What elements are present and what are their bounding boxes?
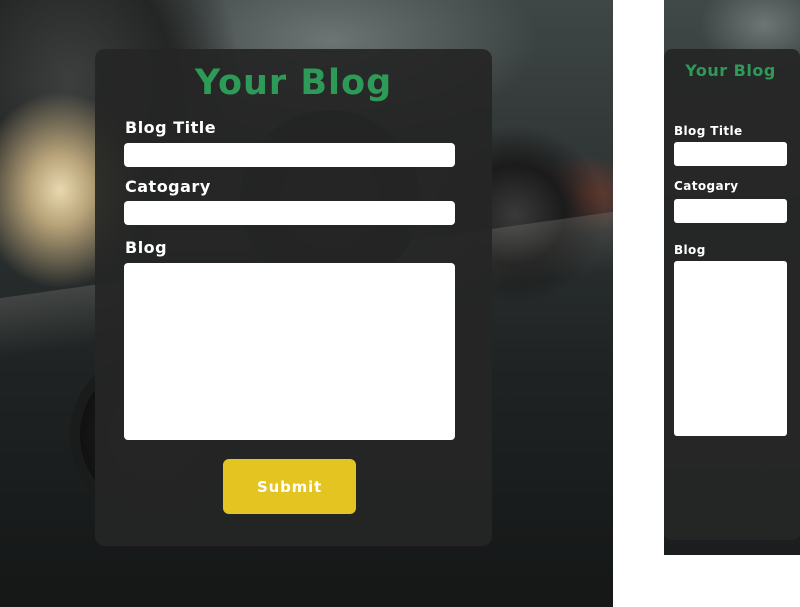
blog-textarea[interactable] — [124, 263, 455, 440]
submit-button[interactable]: Submit — [223, 459, 356, 514]
mobile-category-input[interactable] — [674, 199, 787, 223]
mobile-category-label: Catogary — [674, 179, 739, 193]
form-title: Your Blog — [194, 63, 393, 103]
mobile-form-title: Your Blog — [685, 61, 776, 80]
mobile-preview: Your Blog Blog Title Catogary Blog — [664, 0, 800, 555]
blog-title-input[interactable] — [124, 143, 455, 167]
mobile-blog-label: Blog — [674, 243, 706, 257]
blog-title-label: Blog Title — [125, 118, 217, 137]
blog-label: Blog — [125, 238, 168, 257]
desktop-preview: Your Blog Blog Title Catogary Blog Submi… — [0, 0, 613, 607]
mobile-blog-form-card: Your Blog Blog Title Catogary Blog — [664, 49, 800, 540]
mobile-blog-title-input[interactable] — [674, 142, 787, 166]
category-input[interactable] — [124, 201, 455, 225]
mobile-blog-textarea[interactable] — [674, 261, 787, 436]
blog-form-card: Your Blog Blog Title Catogary Blog Submi… — [95, 49, 492, 546]
mobile-blog-title-label: Blog Title — [674, 124, 743, 138]
category-label: Catogary — [125, 177, 211, 196]
